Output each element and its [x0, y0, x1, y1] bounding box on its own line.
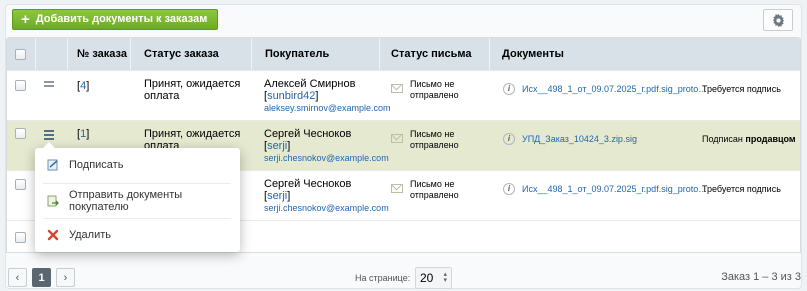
- header-number[interactable]: № заказа: [77, 48, 127, 60]
- pagination-summary: Заказ 1 – 3 из 3: [721, 271, 801, 283]
- menu-item-delete[interactable]: Удалить: [35, 218, 240, 252]
- chevron-right-icon: ›: [63, 271, 68, 284]
- send-document-icon: [47, 195, 59, 207]
- buyer-login-link[interactable]: serji: [267, 140, 287, 152]
- row-menu-icon[interactable]: [44, 79, 54, 89]
- chevron-left-icon: ‹: [15, 271, 20, 284]
- next-page-button[interactable]: ›: [56, 268, 75, 287]
- header-letter-status[interactable]: Статус письма: [391, 48, 472, 60]
- header-status[interactable]: Статус заказа: [144, 48, 219, 60]
- info-icon[interactable]: i: [503, 83, 515, 95]
- buyer-name: Алексей Смирнов: [264, 78, 356, 90]
- settings-button[interactable]: [763, 9, 793, 31]
- order-number-link[interactable]: 4: [80, 80, 86, 92]
- order-status: Принят, ожидается оплата: [144, 78, 241, 102]
- add-documents-button[interactable]: + Добавить документы к заказам: [12, 9, 219, 30]
- document-status: Требуется подпись: [702, 84, 781, 94]
- order-number-link[interactable]: 1: [80, 128, 86, 140]
- buyer-name: Сергей Чесноков: [264, 128, 352, 140]
- mail-icon: [391, 134, 403, 143]
- select-arrows-icon: ▴ ▾: [443, 271, 447, 284]
- row-menu-icon[interactable]: [44, 128, 54, 142]
- per-page-value: 20: [420, 271, 434, 285]
- letter-status: Письмо не отправлено: [410, 79, 459, 100]
- pagination-bar: ‹ 1 › На странице: 20 ▴ ▾ Заказ 1 – 3 из …: [6, 253, 801, 289]
- page-button-current[interactable]: 1: [32, 268, 51, 287]
- document-status: Подписан продавцом: [702, 134, 796, 144]
- select-all-bottom-checkbox[interactable]: [15, 232, 26, 243]
- buyer-email-link[interactable]: serji.chesnokov@example.com: [264, 152, 389, 164]
- row-context-menu: Подписать Отправить документы покупателю…: [35, 142, 240, 252]
- buyer-login-link[interactable]: sunbird42: [267, 90, 315, 102]
- buyer-email-link[interactable]: aleksey.smirnov@example.com: [264, 102, 391, 114]
- menu-item-label: Подписать: [69, 159, 124, 171]
- table-row: [4] Принят, ожидается оплата Алексей Сми…: [7, 70, 800, 120]
- letter-status: Письмо не отправлено: [410, 179, 459, 200]
- mail-icon: [391, 84, 403, 93]
- document-link[interactable]: Исх__498_1_от_09.07.2025_г.pdf.sig_proto…: [522, 84, 707, 94]
- menu-item-sign[interactable]: Подписать: [35, 148, 240, 182]
- letter-status: Письмо не отправлено: [410, 129, 459, 150]
- header-buyer[interactable]: Покупатель: [265, 48, 329, 60]
- per-page-select[interactable]: 20 ▴ ▾: [415, 267, 452, 289]
- per-page-label: На странице:: [355, 273, 411, 283]
- buyer-login-link[interactable]: serji: [267, 190, 287, 202]
- header-documents[interactable]: Документы: [502, 48, 564, 60]
- row-checkbox[interactable]: [15, 80, 26, 91]
- sign-icon: [47, 159, 58, 171]
- buyer-name: Сергей Чесноков: [264, 178, 352, 190]
- table-header: № заказа Статус заказа Покупатель Статус…: [7, 38, 800, 70]
- delete-icon: [47, 229, 59, 241]
- menu-item-label: Отправить документы покупателю: [69, 189, 183, 213]
- row-checkbox[interactable]: [15, 179, 26, 190]
- info-icon[interactable]: i: [503, 183, 515, 195]
- prev-page-button[interactable]: ‹: [8, 268, 27, 287]
- document-status: Требуется подпись: [702, 184, 781, 194]
- menu-item-send-documents[interactable]: Отправить документы покупателю: [35, 184, 240, 218]
- gear-icon: [772, 13, 784, 27]
- mail-icon: [391, 184, 403, 193]
- row-checkbox[interactable]: [15, 128, 26, 139]
- select-all-checkbox[interactable]: [15, 48, 26, 60]
- info-icon[interactable]: i: [503, 133, 515, 145]
- menu-item-label: Удалить: [69, 229, 111, 241]
- document-link[interactable]: Исх__498_1_от_09.07.2025_г.pdf.sig_proto…: [522, 184, 707, 194]
- document-link[interactable]: УПД_Заказ_10424_3.zip.sig: [522, 134, 637, 144]
- buyer-email-link[interactable]: serji.chesnokov@example.com: [264, 202, 389, 214]
- add-documents-label: Добавить документы к заказам: [35, 13, 208, 25]
- plus-icon: +: [21, 11, 30, 28]
